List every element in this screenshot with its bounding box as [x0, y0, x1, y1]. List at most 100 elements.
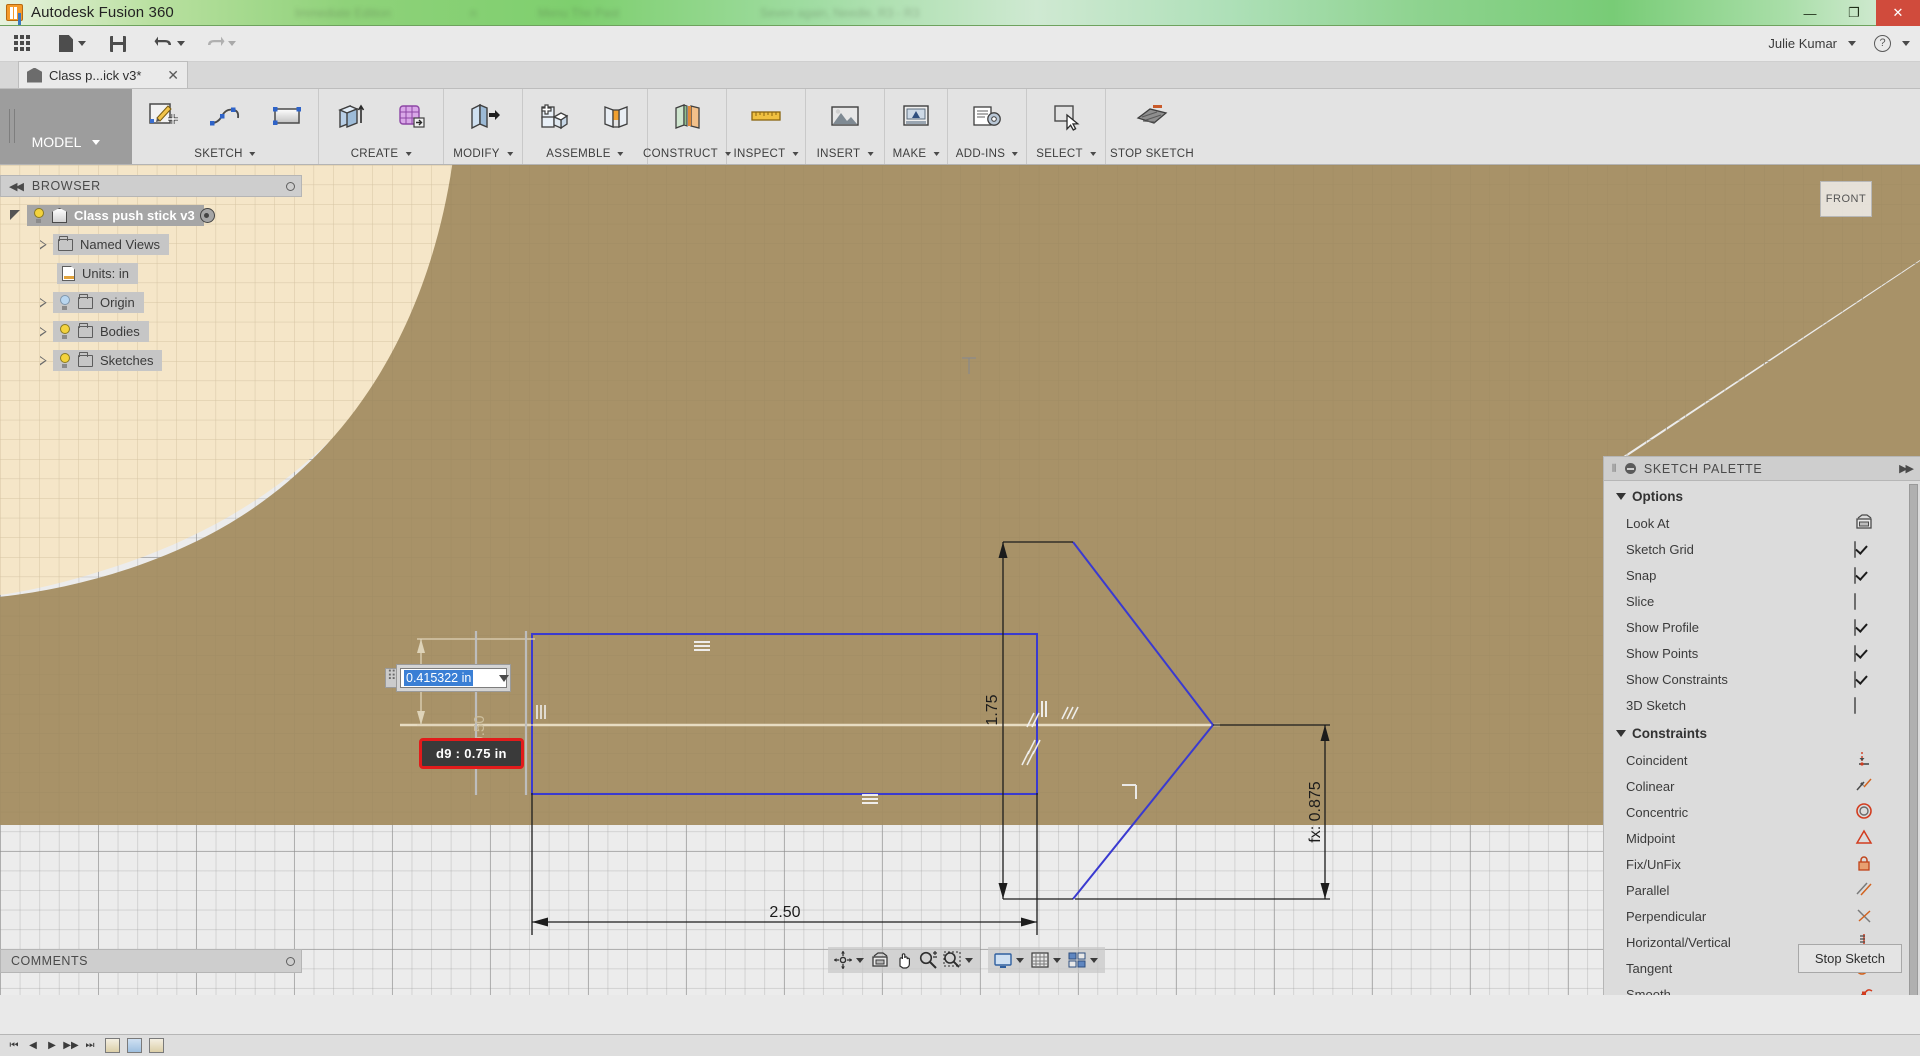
palette-row-show-points[interactable]: Show Points	[1604, 640, 1920, 666]
save-button[interactable]	[106, 30, 130, 58]
palette-row-look-at[interactable]: Look At	[1604, 510, 1920, 536]
chevron-down-icon[interactable]	[965, 957, 973, 963]
document-tab[interactable]: Class p...ick v3* ✕	[18, 61, 188, 88]
chevron-down-icon[interactable]	[1053, 957, 1061, 963]
stop-sketch-button[interactable]: Stop Sketch	[1797, 944, 1902, 973]
look-at-icon[interactable]	[1854, 513, 1874, 534]
palette-row-show-profile[interactable]: Show Profile	[1604, 614, 1920, 640]
browser-item-origin[interactable]: Origin	[0, 292, 302, 313]
browser-item-class-push-stick-v3[interactable]: Class push stick v3	[0, 205, 302, 226]
collapse-browser-icon[interactable]: ◀◀	[9, 180, 24, 193]
expand-arrow-icon[interactable]	[40, 240, 47, 250]
palette-row-concentric[interactable]: Concentric	[1604, 799, 1920, 825]
chevron-down-icon[interactable]	[1090, 957, 1098, 963]
browser-item-pill[interactable]: Class push stick v3	[27, 205, 204, 226]
comments-options-icon[interactable]	[286, 956, 295, 966]
component-activate-icon[interactable]	[199, 208, 215, 223]
chevron-down-icon[interactable]	[856, 957, 864, 963]
palette-row-perpendicular[interactable]: Perpendicular	[1604, 903, 1920, 929]
collapse-arrow-icon[interactable]	[10, 210, 21, 221]
visibility-bulb-icon[interactable]	[58, 295, 71, 310]
dimension-input[interactable]: 0.415322 in	[400, 668, 507, 688]
ribbon-group-label-stop-sketch[interactable]: STOP SKETCH	[1110, 148, 1194, 160]
browser-item-bodies[interactable]: Bodies	[0, 321, 302, 342]
visibility-bulb-icon[interactable]	[58, 353, 71, 368]
ribbon-group-label-select[interactable]: SELECT	[1036, 148, 1096, 160]
checkbox-unchecked[interactable]	[1854, 696, 1856, 714]
ribbon-group-label-sketch[interactable]: SKETCH	[194, 148, 256, 160]
visibility-bulb-icon[interactable]	[58, 324, 71, 339]
browser-item-pill[interactable]: Units: in	[57, 263, 138, 284]
show-data-panel-icon[interactable]	[14, 35, 31, 52]
palette-row-parallel[interactable]: Parallel	[1604, 877, 1920, 903]
palette-row-coincident[interactable]: Coincident	[1604, 747, 1920, 773]
expand-arrow-icon[interactable]	[40, 327, 47, 337]
ribbon-group-label-addins[interactable]: ADD-INS	[956, 148, 1019, 160]
smooth-icon[interactable]	[1854, 984, 1874, 995]
tab-close-icon[interactable]: ✕	[167, 68, 179, 82]
help-icon[interactable]: ?	[1874, 35, 1891, 52]
user-menu[interactable]: Julie Kumar ?	[1768, 35, 1920, 52]
coincident-icon[interactable]	[1854, 750, 1874, 771]
browser-item-named-views[interactable]: Named Views	[0, 234, 302, 255]
checkbox-checked[interactable]	[1854, 566, 1856, 584]
ribbon-group-label-modify[interactable]: MODIFY	[453, 148, 513, 160]
timeline-prev-icon[interactable]: ◀	[25, 1038, 41, 1054]
redo-button[interactable]	[201, 30, 240, 58]
timeline-next-icon[interactable]: ▶▶	[63, 1038, 79, 1054]
expand-arrow-icon[interactable]	[40, 298, 47, 308]
browser-item-pill[interactable]: Named Views	[53, 234, 169, 255]
checkbox-checked[interactable]	[1854, 618, 1856, 636]
concentric-icon[interactable]	[1854, 802, 1874, 823]
look-at-button[interactable]	[869, 949, 891, 971]
palette-row-fix-unfix[interactable]: Fix/UnFix	[1604, 851, 1920, 877]
zoom-button[interactable]	[917, 949, 939, 971]
palette-row-3d-sketch[interactable]: 3D Sketch	[1604, 692, 1920, 718]
ribbon-group-label-inspect[interactable]: INSPECT	[734, 148, 799, 160]
grid-snaps-button[interactable]	[1029, 949, 1051, 971]
dimension-dropdown-button[interactable]	[492, 665, 516, 691]
workspace-selector[interactable]: MODEL	[0, 89, 132, 164]
chevron-down-icon[interactable]	[1016, 957, 1024, 963]
palette-row-snap[interactable]: Snap	[1604, 562, 1920, 588]
browser-item-pill[interactable]: Bodies	[53, 321, 149, 342]
collapse-icon[interactable]	[1624, 463, 1636, 474]
orbit-button[interactable]	[832, 949, 854, 971]
palette-row-smooth[interactable]: Smooth	[1604, 981, 1920, 995]
visibility-bulb-icon[interactable]	[32, 208, 45, 223]
palette-row-sketch-grid[interactable]: Sketch Grid	[1604, 536, 1920, 562]
timeline-feature-extrude[interactable]	[127, 1038, 142, 1053]
ribbon-group-label-assemble[interactable]: ASSEMBLE	[546, 148, 624, 160]
maximize-button[interactable]: ❐	[1832, 0, 1876, 26]
sketch-palette-header[interactable]: ⫼ SKETCH PALETTE ▶▶	[1604, 457, 1920, 481]
checkbox-checked[interactable]	[1854, 670, 1856, 688]
ribbon-group-label-create[interactable]: CREATE	[351, 148, 412, 160]
checkbox-checked[interactable]	[1854, 644, 1856, 662]
palette-row-slice[interactable]: Slice	[1604, 588, 1920, 614]
viewports-button[interactable]	[1066, 949, 1088, 971]
timeline-feature-sketch[interactable]	[105, 1038, 120, 1053]
zoom-window-button[interactable]	[941, 949, 963, 971]
design-canvas[interactable]: 2.50 1.75 fx: 0.875 0.50 FRONT 0.415322 …	[0, 165, 1920, 995]
timeline-play-icon[interactable]: ▶	[44, 1038, 60, 1054]
display-settings-button[interactable]	[992, 949, 1014, 971]
palette-section-constraints[interactable]: Constraints	[1604, 718, 1920, 747]
create-sketch-button[interactable]	[132, 89, 194, 164]
browser-item-pill[interactable]: Origin	[53, 292, 144, 313]
browser-header[interactable]: ◀◀ BROWSER	[0, 175, 302, 197]
palette-row-midpoint[interactable]: Midpoint	[1604, 825, 1920, 851]
expand-arrow-icon[interactable]	[40, 356, 47, 366]
palette-row-show-constraints[interactable]: Show Constraints	[1604, 666, 1920, 692]
close-button[interactable]: ✕	[1876, 0, 1920, 26]
timeline-feature-sketch2[interactable]	[149, 1038, 164, 1053]
timeline-first-icon[interactable]: ⏮	[6, 1038, 22, 1054]
palette-row-colinear[interactable]: Colinear	[1604, 773, 1920, 799]
rectangle-button[interactable]	[256, 89, 318, 164]
fix-unfix-lock-icon[interactable]	[1854, 854, 1874, 875]
parallel-icon[interactable]	[1854, 880, 1874, 901]
browser-options-icon[interactable]	[286, 181, 295, 191]
checkbox-checked[interactable]	[1854, 540, 1856, 558]
browser-item-pill[interactable]: Sketches	[53, 350, 163, 371]
expand-right-icon[interactable]: ▶▶	[1899, 462, 1914, 475]
ribbon-group-label-insert[interactable]: INSERT	[817, 148, 874, 160]
